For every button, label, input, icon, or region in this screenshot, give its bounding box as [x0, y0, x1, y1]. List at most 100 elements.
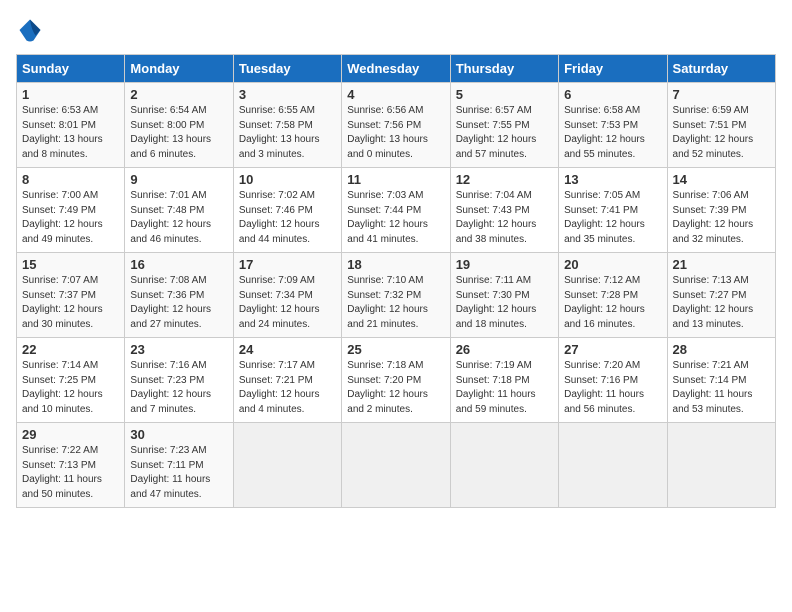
day-info: Sunrise: 7:11 AMSunset: 7:30 PMDaylight:…	[456, 274, 553, 332]
day-info: Sunrise: 7:10 AMSunset: 7:32 PMDaylight:…	[347, 274, 444, 332]
day-number: 29	[22, 427, 119, 442]
day-info: Sunrise: 6:58 AMSunset: 7:53 PMDaylight:…	[564, 104, 661, 162]
days-header-row: SundayMondayTuesdayWednesdayThursdayFrid…	[17, 55, 776, 83]
day-info: Sunrise: 6:57 AMSunset: 7:55 PMDaylight:…	[456, 104, 553, 162]
day-info: Sunrise: 7:06 AMSunset: 7:39 PMDaylight:…	[673, 189, 770, 247]
day-number: 6	[564, 87, 661, 102]
header-tuesday: Tuesday	[233, 55, 341, 83]
day-info: Sunrise: 7:13 AMSunset: 7:27 PMDaylight:…	[673, 274, 770, 332]
calendar-cell: 7 Sunrise: 6:59 AMSunset: 7:51 PMDaylight…	[667, 83, 775, 168]
day-number: 1	[22, 87, 119, 102]
day-number: 10	[239, 172, 336, 187]
day-number: 4	[347, 87, 444, 102]
day-number: 16	[130, 257, 227, 272]
day-number: 22	[22, 342, 119, 357]
day-info: Sunrise: 7:02 AMSunset: 7:46 PMDaylight:…	[239, 189, 336, 247]
calendar-cell: 20 Sunrise: 7:12 AMSunset: 7:28 PMDayligh…	[559, 253, 667, 338]
day-number: 5	[456, 87, 553, 102]
calendar-cell: 1 Sunrise: 6:53 AMSunset: 8:01 PMDaylight…	[17, 83, 125, 168]
day-number: 11	[347, 172, 444, 187]
calendar-cell: 5 Sunrise: 6:57 AMSunset: 7:55 PMDaylight…	[450, 83, 558, 168]
header-sunday: Sunday	[17, 55, 125, 83]
day-number: 9	[130, 172, 227, 187]
day-info: Sunrise: 6:54 AMSunset: 8:00 PMDaylight:…	[130, 104, 227, 162]
page-header	[16, 16, 776, 44]
calendar-cell: 12Sunrise: 7:04 AMSunset: 7:43 PMDayligh…	[450, 168, 558, 253]
day-info: Sunrise: 7:05 AMSunset: 7:41 PMDaylight:…	[564, 189, 661, 247]
calendar-cell: 8 Sunrise: 7:00 AMSunset: 7:49 PMDaylight…	[17, 168, 125, 253]
day-info: Sunrise: 7:21 AMSunset: 7:14 PMDaylight:…	[673, 359, 770, 417]
calendar-cell: 16 Sunrise: 7:08 AMSunset: 7:36 PMDayligh…	[125, 253, 233, 338]
day-info: Sunrise: 7:20 AMSunset: 7:16 PMDaylight:…	[564, 359, 661, 417]
day-info: Sunrise: 7:19 AMSunset: 7:18 PMDaylight:…	[456, 359, 553, 417]
day-number: 28	[673, 342, 770, 357]
calendar-cell: 29 Sunrise: 7:22 AMSunset: 7:13 PMDayligh…	[17, 423, 125, 508]
calendar-cell: 17 Sunrise: 7:09 AMSunset: 7:34 PMDayligh…	[233, 253, 341, 338]
day-info: Sunrise: 7:07 AMSunset: 7:37 PMDaylight:…	[22, 274, 119, 332]
calendar-cell: 26 Sunrise: 7:19 AMSunset: 7:18 PMDayligh…	[450, 338, 558, 423]
calendar-row-3: 15 Sunrise: 7:07 AMSunset: 7:37 PMDayligh…	[17, 253, 776, 338]
day-info: Sunrise: 7:03 AMSunset: 7:44 PMDaylight:…	[347, 189, 444, 247]
calendar-cell: 11 Sunrise: 7:03 AMSunset: 7:44 PMDayligh…	[342, 168, 450, 253]
header-saturday: Saturday	[667, 55, 775, 83]
day-number: 2	[130, 87, 227, 102]
day-number: 17	[239, 257, 336, 272]
day-info: Sunrise: 7:12 AMSunset: 7:28 PMDaylight:…	[564, 274, 661, 332]
day-number: 18	[347, 257, 444, 272]
calendar-cell: 10 Sunrise: 7:02 AMSunset: 7:46 PMDayligh…	[233, 168, 341, 253]
calendar-row-4: 22 Sunrise: 7:14 AMSunset: 7:25 PMDayligh…	[17, 338, 776, 423]
calendar-cell	[450, 423, 558, 508]
calendar-cell	[233, 423, 341, 508]
day-info: Sunrise: 7:09 AMSunset: 7:34 PMDaylight:…	[239, 274, 336, 332]
day-number: 21	[673, 257, 770, 272]
calendar-cell: 23Sunrise: 7:16 AMSunset: 7:23 PMDayligh…	[125, 338, 233, 423]
calendar-row-2: 8 Sunrise: 7:00 AMSunset: 7:49 PMDaylight…	[17, 168, 776, 253]
day-number: 14	[673, 172, 770, 187]
day-info: Sunrise: 6:56 AMSunset: 7:56 PMDaylight:…	[347, 104, 444, 162]
day-info: Sunrise: 7:23 AMSunset: 7:11 PMDaylight:…	[130, 444, 227, 502]
calendar-cell: 13 Sunrise: 7:05 AMSunset: 7:41 PMDayligh…	[559, 168, 667, 253]
day-info: Sunrise: 6:59 AMSunset: 7:51 PMDaylight:…	[673, 104, 770, 162]
calendar-cell: 30Sunrise: 7:23 AMSunset: 7:11 PMDayligh…	[125, 423, 233, 508]
day-info: Sunrise: 7:22 AMSunset: 7:13 PMDaylight:…	[22, 444, 119, 502]
day-info: Sunrise: 7:18 AMSunset: 7:20 PMDaylight:…	[347, 359, 444, 417]
calendar-cell: 27 Sunrise: 7:20 AMSunset: 7:16 PMDayligh…	[559, 338, 667, 423]
calendar-cell	[342, 423, 450, 508]
day-info: Sunrise: 7:04 AMSunset: 7:43 PMDaylight:…	[456, 189, 553, 247]
calendar-cell: 24Sunrise: 7:17 AMSunset: 7:21 PMDayligh…	[233, 338, 341, 423]
day-number: 26	[456, 342, 553, 357]
calendar-cell: 28 Sunrise: 7:21 AMSunset: 7:14 PMDayligh…	[667, 338, 775, 423]
header-monday: Monday	[125, 55, 233, 83]
day-info: Sunrise: 6:53 AMSunset: 8:01 PMDaylight:…	[22, 104, 119, 162]
day-number: 7	[673, 87, 770, 102]
day-number: 20	[564, 257, 661, 272]
day-number: 15	[22, 257, 119, 272]
day-info: Sunrise: 7:14 AMSunset: 7:25 PMDaylight:…	[22, 359, 119, 417]
calendar-cell: 9 Sunrise: 7:01 AMSunset: 7:48 PMDaylight…	[125, 168, 233, 253]
logo	[16, 16, 46, 44]
day-info: Sunrise: 7:08 AMSunset: 7:36 PMDaylight:…	[130, 274, 227, 332]
calendar-cell: 18 Sunrise: 7:10 AMSunset: 7:32 PMDayligh…	[342, 253, 450, 338]
day-info: Sunrise: 7:01 AMSunset: 7:48 PMDaylight:…	[130, 189, 227, 247]
calendar-cell: 3 Sunrise: 6:55 AMSunset: 7:58 PMDaylight…	[233, 83, 341, 168]
header-wednesday: Wednesday	[342, 55, 450, 83]
calendar-cell: 4 Sunrise: 6:56 AMSunset: 7:56 PMDaylight…	[342, 83, 450, 168]
calendar-cell: 15 Sunrise: 7:07 AMSunset: 7:37 PMDayligh…	[17, 253, 125, 338]
day-number: 3	[239, 87, 336, 102]
header-thursday: Thursday	[450, 55, 558, 83]
calendar-cell: 25Sunrise: 7:18 AMSunset: 7:20 PMDayligh…	[342, 338, 450, 423]
day-number: 13	[564, 172, 661, 187]
day-number: 27	[564, 342, 661, 357]
day-number: 8	[22, 172, 119, 187]
day-info: Sunrise: 6:55 AMSunset: 7:58 PMDaylight:…	[239, 104, 336, 162]
calendar-table: SundayMondayTuesdayWednesdayThursdayFrid…	[16, 54, 776, 508]
day-number: 19	[456, 257, 553, 272]
day-number: 23	[130, 342, 227, 357]
calendar-cell	[559, 423, 667, 508]
logo-icon	[16, 16, 44, 44]
header-friday: Friday	[559, 55, 667, 83]
calendar-row-5: 29 Sunrise: 7:22 AMSunset: 7:13 PMDayligh…	[17, 423, 776, 508]
calendar-cell	[667, 423, 775, 508]
day-info: Sunrise: 7:00 AMSunset: 7:49 PMDaylight:…	[22, 189, 119, 247]
calendar-row-1: 1 Sunrise: 6:53 AMSunset: 8:01 PMDaylight…	[17, 83, 776, 168]
